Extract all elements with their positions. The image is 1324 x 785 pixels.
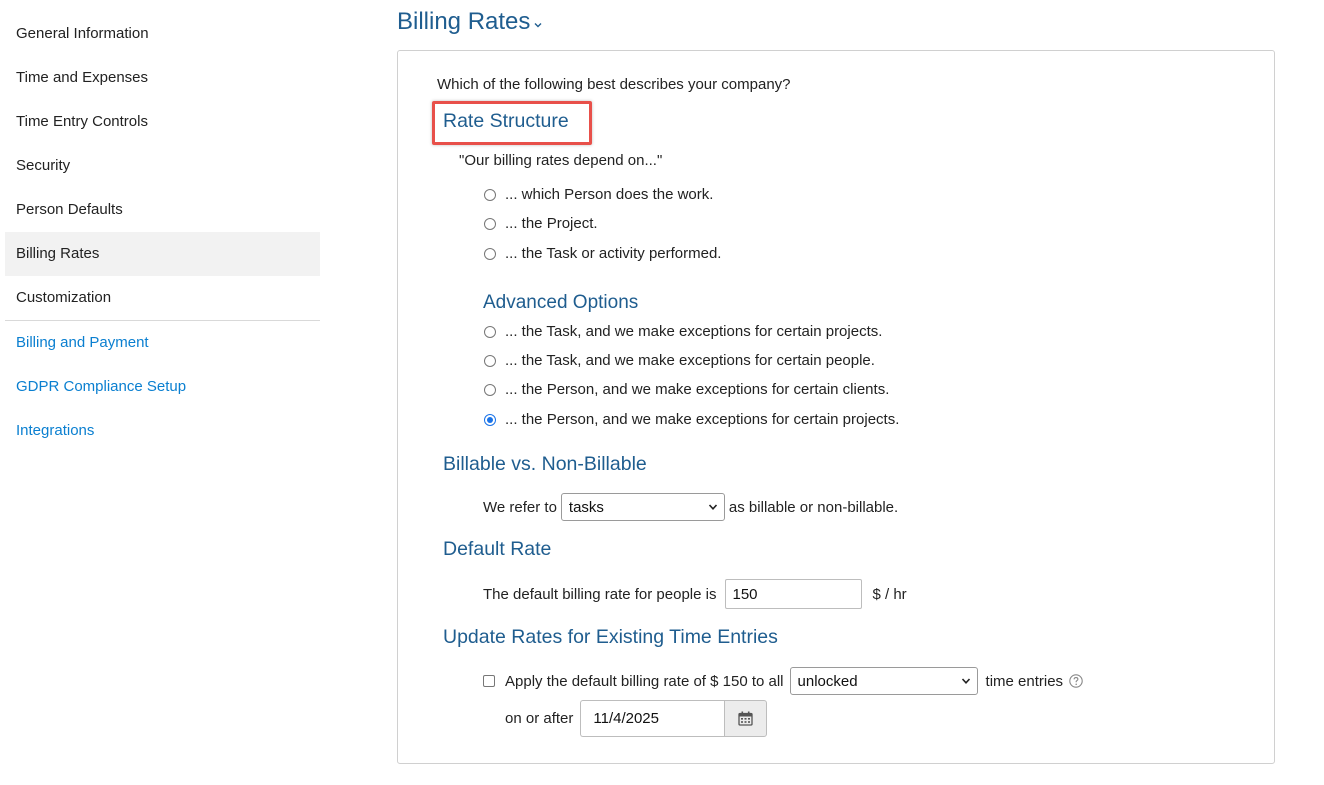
advanced-options-heading: Advanced Options [483,292,639,313]
apply-rate-label: Apply the default billing rate of $ 150 … [505,672,784,690]
rate-structure-quote: "Our billing rates depend on..." [459,152,663,169]
advanced-option-task-people[interactable]: ... the Task, and we make exceptions for… [484,352,875,369]
calendar-button[interactable] [724,700,768,737]
apply-rate-row: Apply the default billing rate of $ 150 … [483,667,1083,695]
chevron-down-icon [708,504,718,510]
default-rate-value: 150 [732,585,758,603]
date-input[interactable]: 11/4/2025 [580,700,725,737]
radio-button-selected[interactable] [484,413,496,426]
date-row: on or after 11/4/2025 [505,700,768,737]
settings-sidebar: General Information Time and Expenses Ti… [5,12,320,453]
default-rate-row: The default billing rate for people is 1… [483,579,907,609]
advanced-option-task-projects[interactable]: ... the Task, and we make exceptions for… [484,323,882,340]
rate-structure-heading: Rate Structure [443,110,569,132]
billable-heading: Billable vs. Non-Billable [443,453,647,475]
advanced-option-person-projects[interactable]: ... the Person, and we make exceptions f… [484,411,899,428]
page-title-text: Billing Rates [397,8,531,35]
sidebar-link-billing-and-payment[interactable]: Billing and Payment [5,321,320,365]
sidebar-item-time-entry-controls[interactable]: Time Entry Controls [5,100,320,144]
sidebar-item-time-and-expenses[interactable]: Time and Expenses [5,56,320,100]
chevron-down-icon [534,23,542,28]
rate-option-label: ... the Task or activity performed. [505,245,722,262]
sidebar-item-person-defaults[interactable]: Person Defaults [5,188,320,232]
default-rate-input[interactable]: 150 [725,579,863,609]
radio-button[interactable] [484,325,496,338]
chevron-down-icon [961,678,970,684]
sidebar-item-customization[interactable]: Customization [5,276,320,320]
rate-option-label: ... which Person does the work. [505,186,714,203]
entry-lock-status-value: unlocked [797,672,858,690]
billable-suffix: as billable or non-billable. [728,498,899,516]
rate-option-person[interactable]: ... which Person does the work. [484,186,713,203]
radio-button[interactable] [484,247,496,260]
date-value: 11/4/2025 [593,710,659,727]
help-circle-icon[interactable] [1069,674,1083,688]
date-picker: 11/4/2025 [580,700,768,737]
sidebar-item-security[interactable]: Security [5,144,320,188]
sidebar-link-gdpr-compliance-setup[interactable]: GDPR Compliance Setup [5,365,320,409]
radio-button[interactable] [484,383,496,396]
page-title[interactable]: Billing Rates [397,8,543,36]
advanced-option-label: ... the Person, and we make exceptions f… [505,381,890,398]
calendar-icon [738,711,754,726]
billable-type-value: tasks [568,498,604,516]
time-entries-label: time entries [985,672,1064,690]
rate-option-project[interactable]: ... the Project. [484,215,598,232]
default-rate-heading: Default Rate [443,538,552,560]
billable-row: We refer to tasks as billable or non-bil… [483,493,898,521]
company-question: Which of the following best describes yo… [437,76,791,93]
date-label: on or after [505,710,574,727]
radio-button[interactable] [484,188,496,201]
advanced-option-person-clients[interactable]: ... the Person, and we make exceptions f… [484,381,889,398]
sidebar-item-general-information[interactable]: General Information [5,12,320,56]
billable-type-select[interactable]: tasks [560,493,725,521]
default-rate-unit: $ / hr [872,585,907,603]
advanced-option-label: ... the Task, and we make exceptions for… [505,323,883,340]
advanced-option-label: ... the Person, and we make exceptions f… [505,411,900,428]
update-rates-heading: Update Rates for Existing Time Entries [443,626,778,648]
sidebar-item-billing-rates[interactable]: Billing Rates [5,232,320,276]
sidebar-link-integrations[interactable]: Integrations [5,409,320,453]
billable-prefix: We refer to [483,498,557,516]
rate-option-task[interactable]: ... the Task or activity performed. [484,245,721,262]
advanced-option-label: ... the Task, and we make exceptions for… [505,352,875,369]
default-rate-label: The default billing rate for people is [483,585,717,603]
entry-lock-status-select[interactable]: unlocked [789,667,978,695]
radio-button[interactable] [484,354,496,367]
billing-rates-panel: Which of the following best describes yo… [397,50,1275,764]
radio-button[interactable] [484,217,496,230]
apply-rate-checkbox[interactable] [483,675,495,687]
rate-option-label: ... the Project. [505,215,598,232]
